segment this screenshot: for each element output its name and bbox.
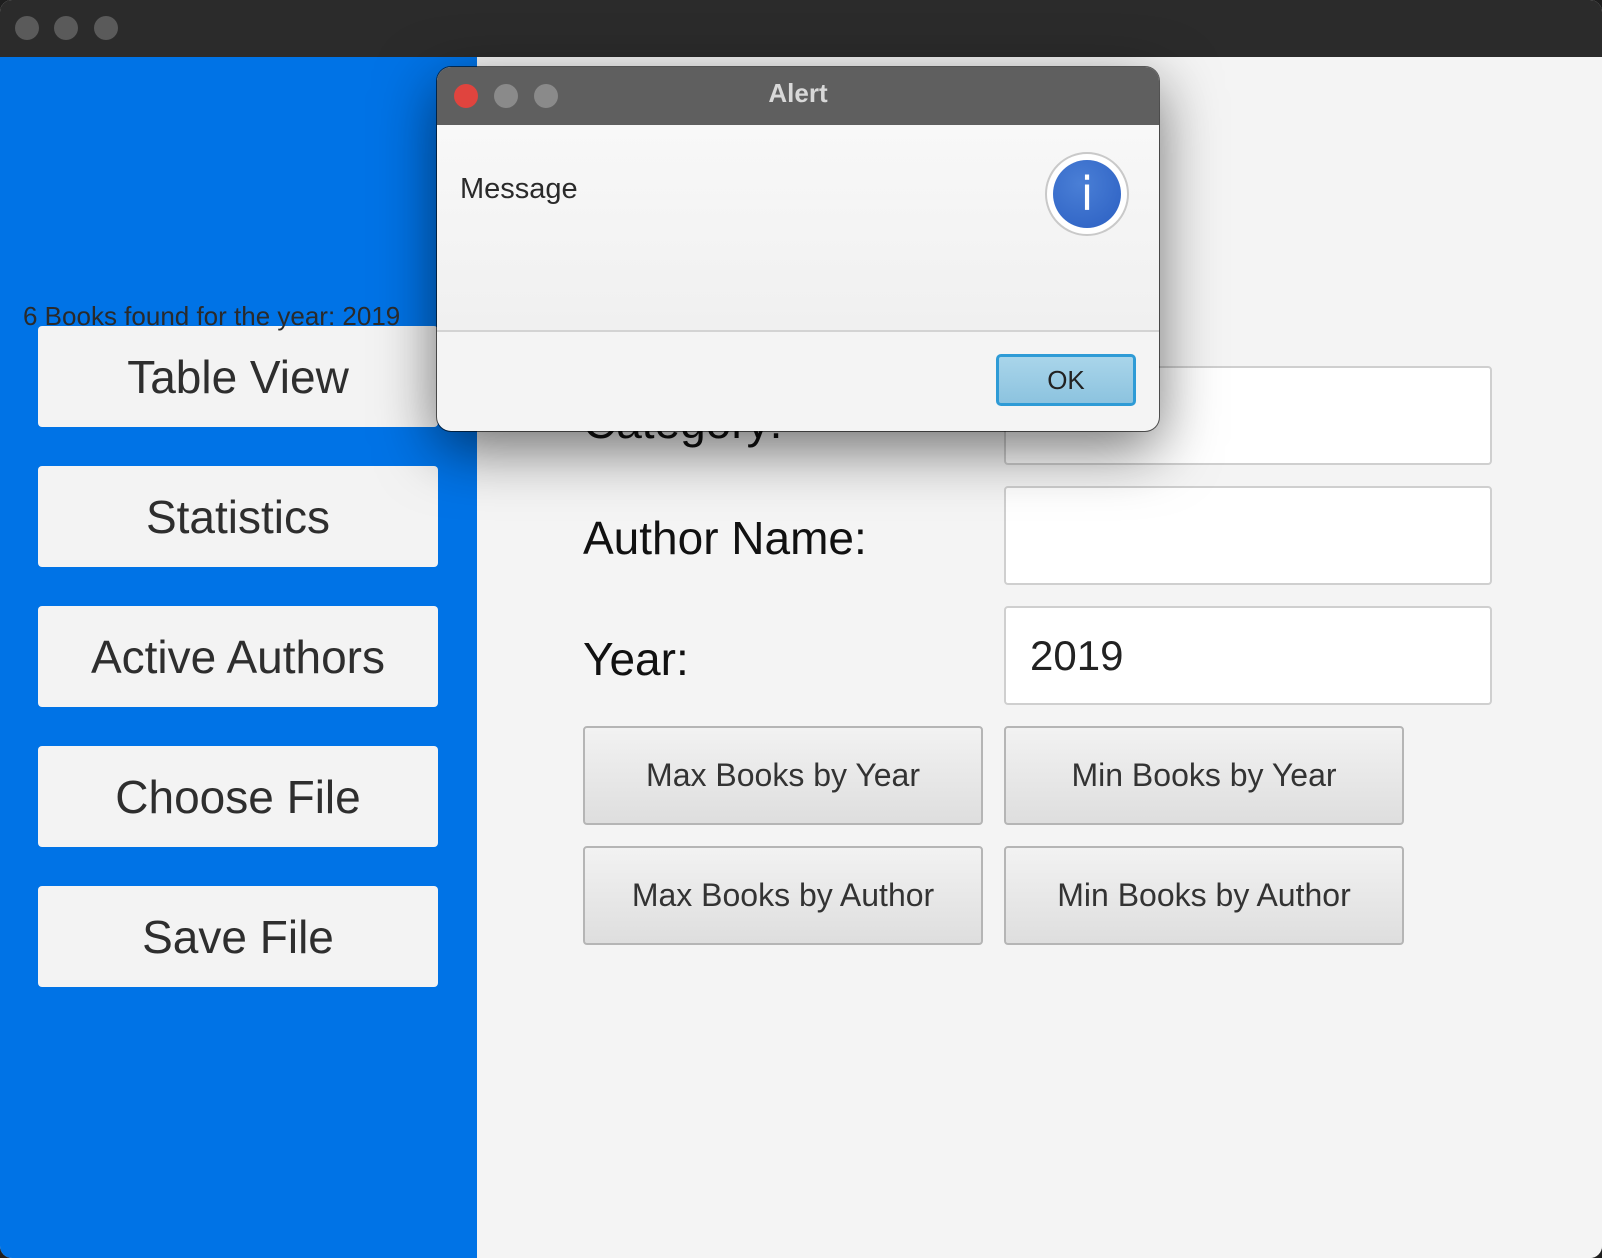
alert-header-text: Message: [460, 173, 578, 205]
author-name-label: Author Name:: [583, 512, 867, 564]
max-books-by-author-button[interactable]: Max Books by Author: [583, 846, 983, 945]
year-label: Year:: [583, 633, 689, 685]
alert-content-text: 6 Books found for the year: 2019: [23, 301, 401, 331]
window-titlebar: [0, 0, 1602, 57]
window-zoom-button[interactable]: [94, 16, 118, 40]
max-books-by-year-button[interactable]: Max Books by Year: [583, 726, 983, 825]
year-input[interactable]: [1004, 606, 1492, 705]
alert-header: Message i: [437, 125, 1159, 332]
sidebar-item-statistics[interactable]: Statistics: [38, 466, 438, 567]
alert-titlebar: Alert: [437, 67, 1159, 126]
alert-title: Alert: [768, 78, 828, 108]
sidebar-item-active-authors[interactable]: Active Authors: [38, 606, 438, 707]
author-name-input[interactable]: [1004, 486, 1492, 585]
sidebar-item-choose-file[interactable]: Choose File: [38, 746, 438, 847]
info-icon-glyph: i: [1053, 160, 1121, 228]
min-books-by-author-button[interactable]: Min Books by Author: [1004, 846, 1404, 945]
sidebar-item-table-view[interactable]: Table View: [38, 326, 438, 427]
sidebar-item-save-file[interactable]: Save File: [38, 886, 438, 987]
info-icon: i: [1045, 152, 1129, 236]
window-close-button[interactable]: [15, 16, 39, 40]
min-books-by-year-button[interactable]: Min Books by Year: [1004, 726, 1404, 825]
window-minimize-button[interactable]: [54, 16, 78, 40]
ok-button[interactable]: OK: [996, 354, 1136, 406]
